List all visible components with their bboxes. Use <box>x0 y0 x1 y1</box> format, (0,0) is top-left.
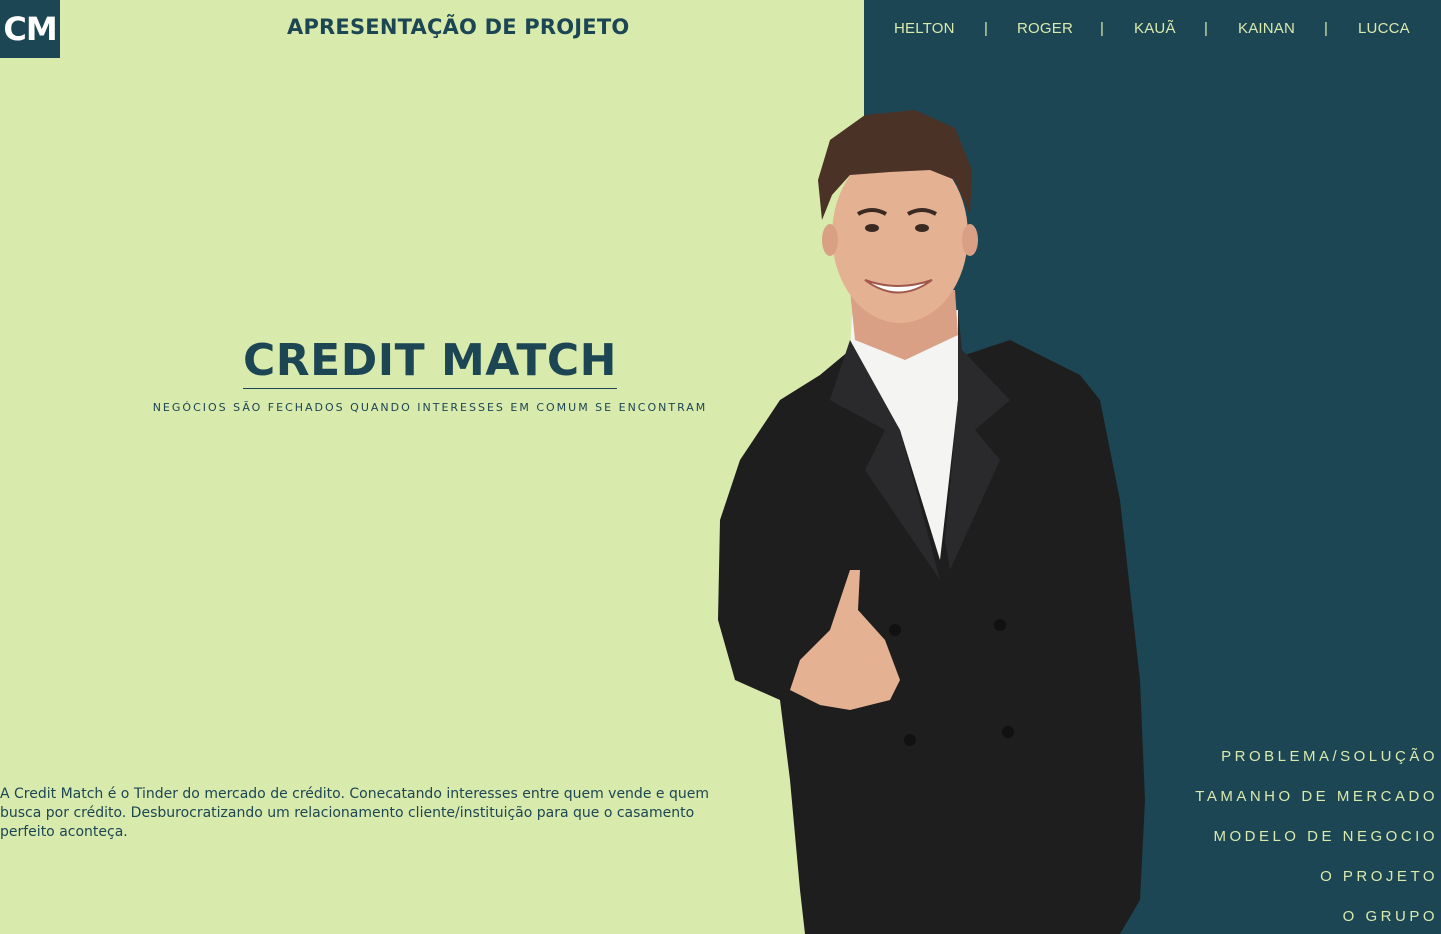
nav-separator: | <box>1100 20 1105 37</box>
logo-text: CM <box>3 10 57 48</box>
nav-link-kaua[interactable]: KAUÃ <box>1134 20 1176 37</box>
nav-link-kainan[interactable]: KAINAN <box>1238 20 1295 37</box>
side-link-modelo-de-negocio[interactable]: MODELO DE NEGOCIO <box>1195 828 1438 846</box>
hero-title: CREDIT MATCH <box>242 335 617 389</box>
nav-link-lucca[interactable]: LUCCA <box>1358 20 1410 37</box>
project-description: A Credit Match é o Tinder do mercado de … <box>0 786 709 840</box>
side-link-o-projeto[interactable]: O PROJETO <box>1195 868 1438 886</box>
top-nav: HELTON | ROGER | KAUÃ | KAINAN | LUCCA <box>864 20 1441 42</box>
side-link-o-grupo[interactable]: O GRUPO <box>1195 908 1438 926</box>
nav-link-roger[interactable]: ROGER <box>1017 20 1073 37</box>
logo[interactable]: CM <box>0 0 60 58</box>
nav-separator: | <box>1204 20 1209 37</box>
side-link-tamanho-de-mercado[interactable]: TAMANHO DE MERCADO <box>1195 788 1438 806</box>
page-title: APRESENTAÇÃO DE PROJETO <box>287 15 630 39</box>
nav-separator: | <box>1324 20 1329 37</box>
side-link-problema-solucao[interactable]: PROBLEMA/SOLUÇÃO <box>1195 748 1438 766</box>
nav-link-helton[interactable]: HELTON <box>894 20 955 37</box>
hero-subtitle: NEGÓCIOS SÃO FECHADOS QUANDO INTERESSES … <box>152 401 708 414</box>
nav-separator: | <box>984 20 989 37</box>
businessman-image <box>718 110 1145 934</box>
side-nav: PROBLEMA/SOLUÇÃO TAMANHO DE MERCADO MODE… <box>1195 748 1438 934</box>
hero: CREDIT MATCH NEGÓCIOS SÃO FECHADOS QUAND… <box>120 335 740 414</box>
